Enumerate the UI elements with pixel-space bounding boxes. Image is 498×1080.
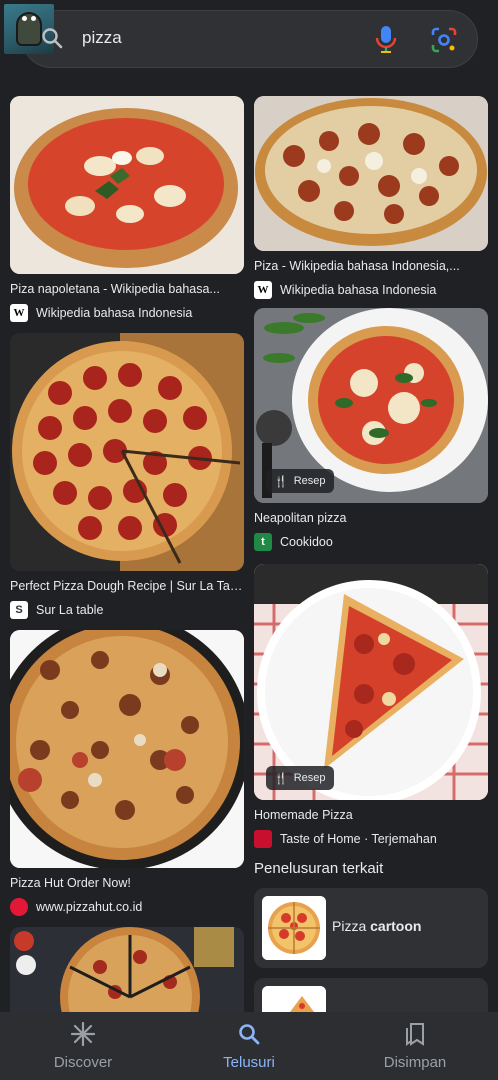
result-source[interactable]: W Wikipedia bahasa Indonesia [10, 304, 244, 322]
search-icon [42, 28, 63, 49]
cutlery-icon: 🍴 [274, 475, 288, 488]
nav-discover[interactable]: Discover [0, 1012, 166, 1080]
recipe-chip: 🍴 Resep [266, 766, 334, 790]
source-label: Wikipedia bahasa Indonesia [36, 306, 193, 320]
related-search-item[interactable] [254, 978, 488, 1012]
related-searches-heading: Penelusuran terkait [254, 860, 384, 877]
wikipedia-icon: W [10, 304, 28, 322]
nav-label: Discover [53, 1054, 113, 1071]
result-title[interactable]: Piza - Wikipedia bahasa Indonesia,... [254, 259, 488, 275]
related-search-item[interactable]: Pizza cartoon [254, 888, 488, 968]
related-bold: cartoon [370, 918, 422, 934]
bottom-navigation: Discover Telusuri Disimpan [0, 1012, 498, 1080]
chip-label: Resep [293, 475, 326, 487]
result-source[interactable]: S Sur La table [10, 601, 244, 619]
result-card[interactable]: Piza napoletana - Wikipedia bahasa... W … [10, 96, 244, 322]
result-title[interactable]: Pizza Hut Order Now! [10, 876, 244, 892]
result-source[interactable]: Taste of Home · Terjemahan [254, 830, 488, 848]
result-card[interactable]: Perfect Pizza Dough Recipe | Sur La Tabl… [10, 333, 244, 619]
source-label: Wikipedia bahasa Indonesia [280, 283, 437, 297]
taste-of-home-icon [254, 830, 272, 848]
result-title[interactable]: Neapolitan pizza [254, 511, 488, 527]
source-label: Taste of Home · Terjemahan [280, 832, 437, 846]
related-search-label[interactable]: Pizza cartoon [332, 918, 421, 934]
result-image[interactable]: 🍴 Resep [254, 564, 488, 800]
source-label: www.pizzahut.co.id [36, 900, 143, 914]
nav-saved[interactable]: Disimpan [332, 1012, 498, 1080]
result-image[interactable]: 🍴 Resep [254, 308, 488, 503]
recipe-chip: 🍴 Resep [266, 469, 334, 493]
nav-label: Disimpan [383, 1054, 447, 1071]
related-thumbnail [262, 986, 326, 1012]
result-image[interactable] [254, 96, 488, 251]
result-source[interactable]: W Wikipedia bahasa Indonesia [254, 281, 488, 299]
result-card[interactable]: 🍴 Resep Neapolitan pizza t Cookidoo [254, 308, 488, 551]
result-source[interactable]: www.pizzahut.co.id [10, 898, 244, 916]
result-image[interactable] [10, 333, 244, 571]
pizza-hut-icon [10, 898, 28, 916]
result-title[interactable]: Piza napoletana - Wikipedia bahasa... [10, 282, 244, 298]
search-header: pizza [0, 0, 498, 80]
source-label: Sur La table [36, 603, 104, 617]
search-input[interactable]: pizza [82, 28, 122, 48]
cutlery-icon: 🍴 [274, 772, 288, 785]
result-image[interactable] [10, 630, 244, 868]
result-image[interactable] [10, 927, 244, 1012]
related-thumbnail [262, 896, 326, 960]
source-label: Cookidoo [280, 535, 333, 549]
nav-label: Telusuri [223, 1054, 275, 1071]
result-card[interactable]: Piza - Wikipedia bahasa Indonesia,... W … [254, 96, 488, 299]
bookmarks-icon [406, 1023, 424, 1046]
result-title[interactable]: Homemade Pizza [254, 808, 488, 824]
lens-icon[interactable] [430, 26, 458, 54]
cookidoo-icon: t [254, 533, 272, 551]
search-icon [239, 1024, 260, 1045]
result-card[interactable] [10, 927, 244, 1012]
result-source[interactable]: t Cookidoo [254, 533, 488, 551]
chip-label: Resep [293, 772, 326, 784]
asterisk-icon [71, 1022, 95, 1046]
result-title[interactable]: Perfect Pizza Dough Recipe | Sur La Tabl… [10, 579, 244, 595]
nav-search[interactable]: Telusuri [166, 1012, 332, 1080]
sur-la-table-icon: S [10, 601, 28, 619]
mic-icon[interactable] [374, 24, 398, 54]
result-image[interactable] [10, 96, 244, 274]
result-card[interactable]: 🍴 Resep Homemade Pizza Taste of Home · T… [254, 564, 488, 848]
result-card[interactable]: Pizza Hut Order Now! www.pizzahut.co.id [10, 630, 244, 916]
related-prefix: Pizza [332, 918, 371, 934]
wikipedia-icon: W [254, 281, 272, 299]
